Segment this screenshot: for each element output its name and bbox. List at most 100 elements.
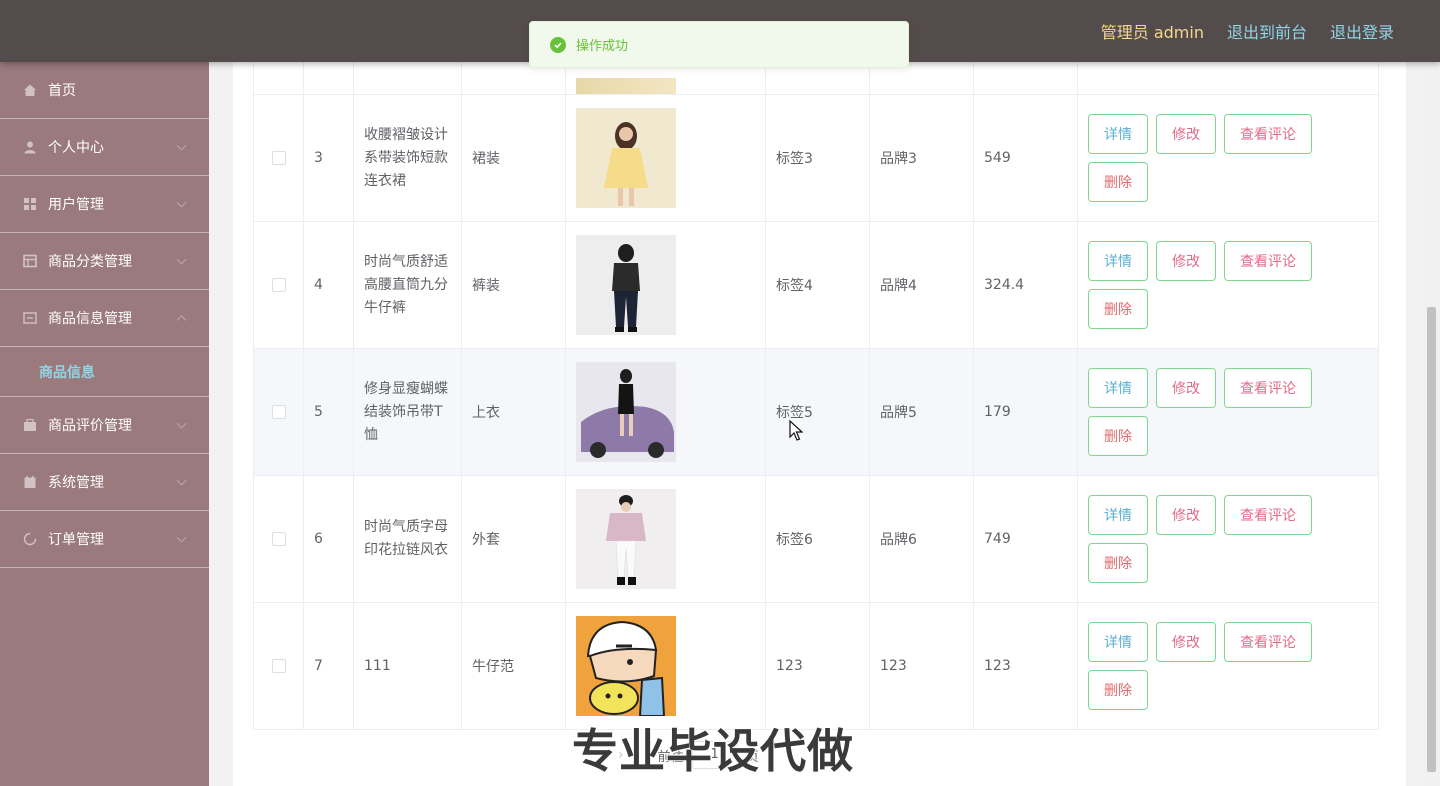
row-actions: 详情 修改 查看评论 删除 bbox=[1088, 241, 1328, 329]
cell-tag: 标签5 bbox=[765, 348, 870, 476]
grid-icon bbox=[22, 196, 38, 212]
table-icon bbox=[22, 253, 38, 269]
product-image bbox=[576, 108, 676, 208]
watermark-text: 专业毕设代做 bbox=[571, 723, 854, 779]
chevron-down-icon bbox=[176, 475, 187, 486]
row-actions: 详情 修改 查看评论 删除 bbox=[1088, 622, 1328, 710]
table-row: 6 时尚气质字母印花拉链风衣 外套 标签6 品牌6 749 详情 修改 查看评论… bbox=[253, 475, 1379, 603]
row-checkbox[interactable] bbox=[271, 532, 286, 546]
top-links: 管理员 admin 退出到前台 退出登录 bbox=[1101, 0, 1394, 62]
product-image bbox=[576, 616, 676, 716]
scrollbar-thumb[interactable] bbox=[1427, 307, 1436, 772]
chevron-down-icon bbox=[176, 254, 187, 265]
sidebar-item-label: 商品分类管理 bbox=[48, 254, 132, 270]
mouse-cursor-icon bbox=[789, 420, 803, 441]
sidebar-item-label: 系统管理 bbox=[48, 475, 104, 491]
user-icon bbox=[22, 139, 38, 155]
scrollbar[interactable] bbox=[1423, 62, 1440, 786]
cell-brand: 品牌6 bbox=[869, 475, 974, 603]
cell-tag: 标签3 bbox=[765, 94, 870, 222]
sidebar-item-label: 首页 bbox=[48, 83, 76, 99]
sidebar-item-system[interactable]: 系统管理 bbox=[0, 454, 209, 511]
chevron-down-icon bbox=[176, 140, 187, 151]
cell-brand: 品牌5 bbox=[869, 348, 974, 476]
edit-button[interactable]: 修改 bbox=[1156, 114, 1216, 154]
sidebar-item-label: 个人中心 bbox=[48, 140, 104, 156]
sidebar-item-users[interactable]: 用户管理 bbox=[0, 176, 209, 233]
view-reviews-button[interactable]: 查看评论 bbox=[1224, 241, 1312, 281]
cell-tag: 标签6 bbox=[765, 475, 870, 603]
cell-price: 549 bbox=[973, 94, 1078, 222]
row-checkbox[interactable] bbox=[271, 659, 286, 673]
chevron-down-icon bbox=[176, 532, 187, 543]
delete-button[interactable]: 删除 bbox=[1088, 543, 1148, 583]
chevron-down-icon bbox=[176, 197, 187, 208]
delete-button[interactable]: 删除 bbox=[1088, 162, 1148, 202]
sidebar-subitem-label: 商品信息 bbox=[39, 364, 95, 381]
sidebar: 首页 个人中心 用户管理 商品分类管理 商品信息管理 商品信息 商品评价管理 系… bbox=[0, 62, 209, 786]
logout-link[interactable]: 退出登录 bbox=[1330, 19, 1394, 43]
view-reviews-button[interactable]: 查看评论 bbox=[1224, 495, 1312, 535]
table-row: 5 修身显瘦蝴蝶结装饰吊带T恤 上衣 标签5 品牌5 179 详情 修改 查看评… bbox=[253, 348, 1379, 476]
sidebar-item-profile[interactable]: 个人中心 bbox=[0, 119, 209, 176]
row-checkbox[interactable] bbox=[271, 151, 286, 165]
cell-id: 5 bbox=[303, 348, 354, 476]
cell-brand: 品牌3 bbox=[869, 94, 974, 222]
delete-button[interactable]: 删除 bbox=[1088, 670, 1148, 710]
cell-name: 时尚气质字母印花拉链风衣 bbox=[353, 475, 462, 603]
edit-button[interactable]: 修改 bbox=[1156, 622, 1216, 662]
toast-message: 操作成功 bbox=[576, 39, 629, 54]
product-image bbox=[576, 235, 676, 335]
delete-button[interactable]: 删除 bbox=[1088, 416, 1148, 456]
admin-user-label: 管理员 admin bbox=[1100, 23, 1204, 42]
cell-id: 4 bbox=[303, 221, 354, 349]
row-checkbox[interactable] bbox=[271, 278, 286, 292]
main-content: 3 收腰褶皱设计系带装饰短款连衣裙 裙装 标签3 品牌3 549 详情 修改 查… bbox=[209, 62, 1440, 786]
table-row: 7 111 牛仔范 123 123 123 详情 修改 查看评论 删除 bbox=[253, 602, 1379, 730]
product-table: 3 收腰褶皱设计系带装饰短款连衣裙 裙装 标签3 品牌3 549 详情 修改 查… bbox=[253, 62, 1379, 730]
cell-price: 324.4 bbox=[973, 221, 1078, 349]
edit-button[interactable]: 修改 bbox=[1156, 495, 1216, 535]
sidebar-item-orders[interactable]: 订单管理 bbox=[0, 511, 209, 568]
cell-category: 外套 bbox=[461, 475, 566, 603]
detail-button[interactable]: 详情 bbox=[1088, 368, 1148, 408]
cell-id: 6 bbox=[303, 475, 354, 603]
view-reviews-button[interactable]: 查看评论 bbox=[1224, 114, 1312, 154]
cell-name: 收腰褶皱设计系带装饰短款连衣裙 bbox=[353, 94, 462, 222]
chevron-up-icon bbox=[176, 315, 187, 326]
cell-tag: 123 bbox=[765, 602, 870, 730]
cell-price: 123 bbox=[973, 602, 1078, 730]
detail-button[interactable]: 详情 bbox=[1088, 114, 1148, 154]
cell-category: 上衣 bbox=[461, 348, 566, 476]
back-to-frontend-link[interactable]: 退出到前台 bbox=[1227, 19, 1307, 43]
view-reviews-button[interactable]: 查看评论 bbox=[1224, 622, 1312, 662]
cell-id: 7 bbox=[303, 602, 354, 730]
row-actions: 详情 修改 查看评论 删除 bbox=[1088, 495, 1328, 583]
table-row: 3 收腰褶皱设计系带装饰短款连衣裙 裙装 标签3 品牌3 549 详情 修改 查… bbox=[253, 94, 1379, 222]
edit-button[interactable]: 修改 bbox=[1156, 368, 1216, 408]
detail-button[interactable]: 详情 bbox=[1088, 622, 1148, 662]
detail-button[interactable]: 详情 bbox=[1088, 495, 1148, 535]
view-reviews-button[interactable]: 查看评论 bbox=[1224, 368, 1312, 408]
sidebar-item-product-info[interactable]: 商品信息管理 bbox=[0, 290, 209, 347]
table-row: 4 时尚气质舒适高腰直筒九分牛仔裤 裤装 标签4 品牌4 324.4 详情 修改… bbox=[253, 221, 1379, 349]
cell-price: 179 bbox=[973, 348, 1078, 476]
sidebar-item-home[interactable]: 首页 bbox=[0, 62, 209, 119]
table-panel: 3 收腰褶皱设计系带装饰短款连衣裙 裙装 标签3 品牌3 549 详情 修改 查… bbox=[233, 62, 1406, 786]
sidebar-item-label: 用户管理 bbox=[48, 197, 104, 213]
delete-button[interactable]: 删除 bbox=[1088, 289, 1148, 329]
success-toast: 操作成功 bbox=[529, 21, 909, 68]
cell-name: 修身显瘦蝴蝶结装饰吊带T恤 bbox=[353, 348, 462, 476]
sidebar-item-reviews[interactable]: 商品评价管理 bbox=[0, 397, 209, 454]
product-image bbox=[576, 489, 676, 589]
sidebar-item-category[interactable]: 商品分类管理 bbox=[0, 233, 209, 290]
row-checkbox[interactable] bbox=[271, 405, 286, 419]
cell-name: 111 bbox=[353, 602, 462, 730]
sidebar-subitem-product[interactable]: 商品信息 bbox=[0, 347, 209, 397]
row-actions: 详情 修改 查看评论 删除 bbox=[1088, 368, 1328, 456]
cell-category: 裤装 bbox=[461, 221, 566, 349]
detail-button[interactable]: 详情 bbox=[1088, 241, 1148, 281]
edit-button[interactable]: 修改 bbox=[1156, 241, 1216, 281]
sidebar-item-label: 商品信息管理 bbox=[48, 311, 132, 327]
product-image bbox=[576, 362, 676, 462]
